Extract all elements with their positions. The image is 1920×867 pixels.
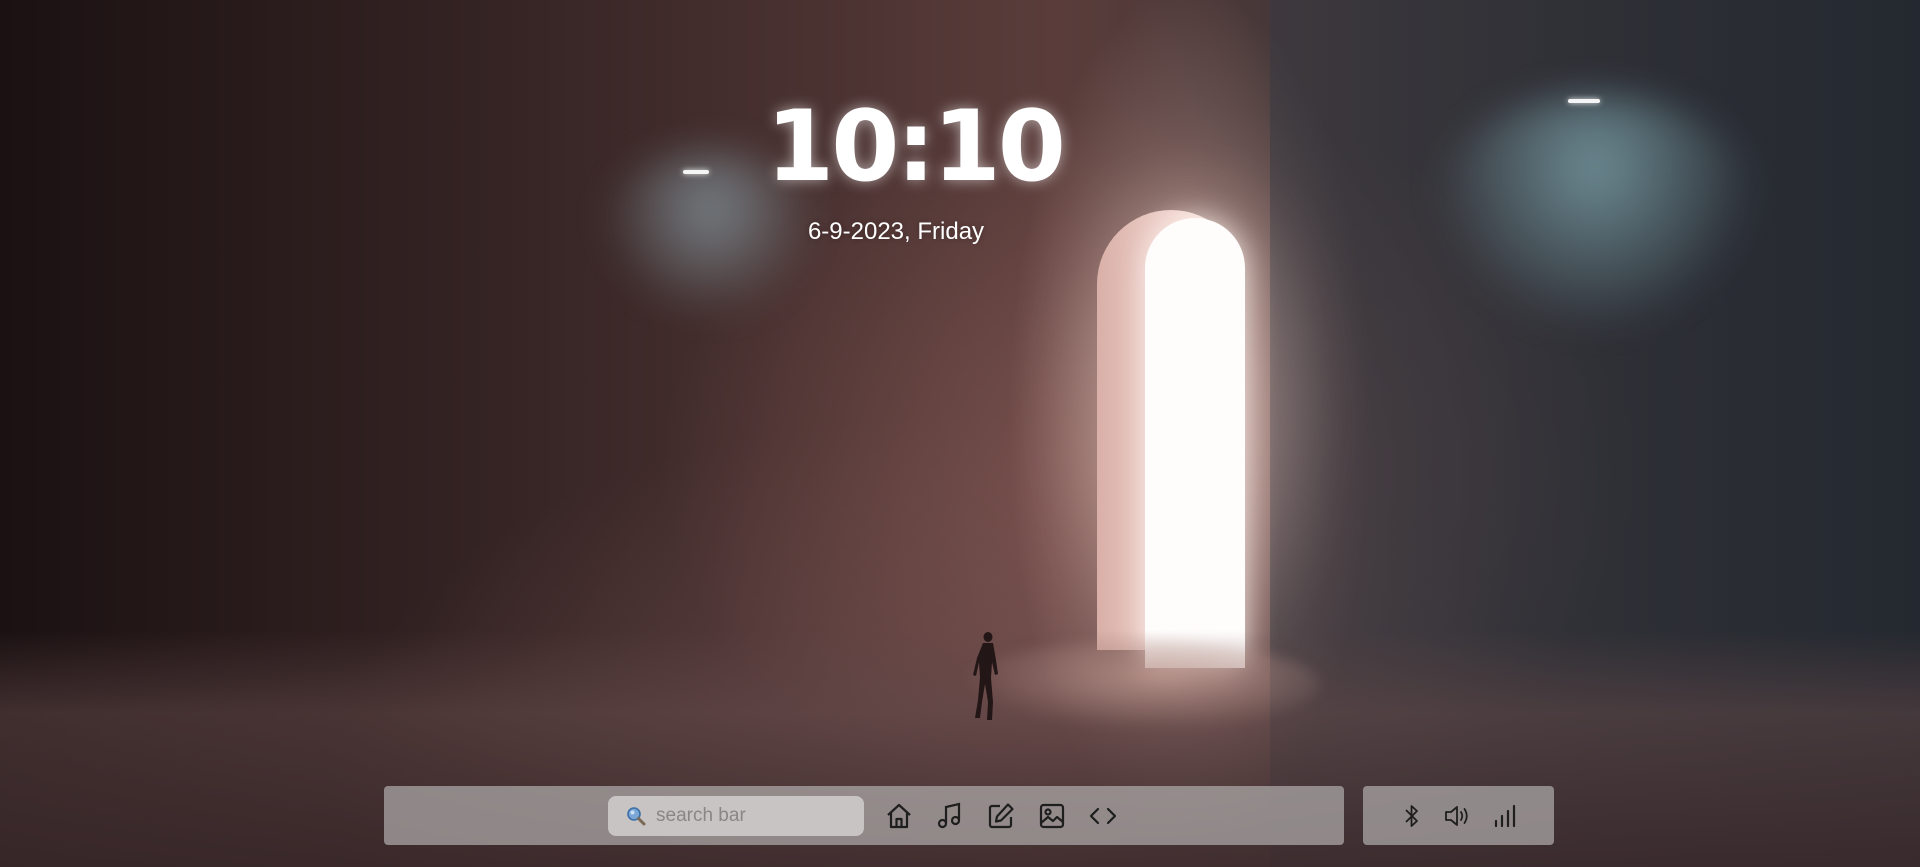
- search-input[interactable]: [654, 804, 858, 828]
- system-tray: [1363, 786, 1554, 845]
- clock-time: 10:10: [766, 90, 1066, 204]
- music-note-icon[interactable]: [933, 799, 967, 833]
- speaker-icon[interactable]: [1441, 799, 1475, 833]
- search-icon: [626, 806, 646, 826]
- bluetooth-icon[interactable]: [1395, 799, 1429, 833]
- taskbar: [384, 786, 1344, 845]
- wallpaper-person-silhouette: [968, 632, 1004, 722]
- signal-bars-icon[interactable]: [1487, 799, 1521, 833]
- wallpaper-arch-light: [1145, 218, 1245, 668]
- wallpaper-dune: [960, 640, 1320, 730]
- wallpaper-lamp-left: [683, 170, 709, 174]
- search-box[interactable]: [608, 796, 864, 836]
- code-brackets-icon[interactable]: [1086, 799, 1120, 833]
- desktop: 10:10 6-9-2023, Friday: [0, 0, 1920, 867]
- wallpaper-lamp-right: [1568, 99, 1600, 103]
- home-icon[interactable]: [882, 799, 916, 833]
- image-icon[interactable]: [1035, 799, 1069, 833]
- wallpaper-lamp-glow-right: [1430, 95, 1760, 335]
- clock-date: 6-9-2023, Friday: [807, 218, 985, 245]
- edit-icon[interactable]: [984, 799, 1018, 833]
